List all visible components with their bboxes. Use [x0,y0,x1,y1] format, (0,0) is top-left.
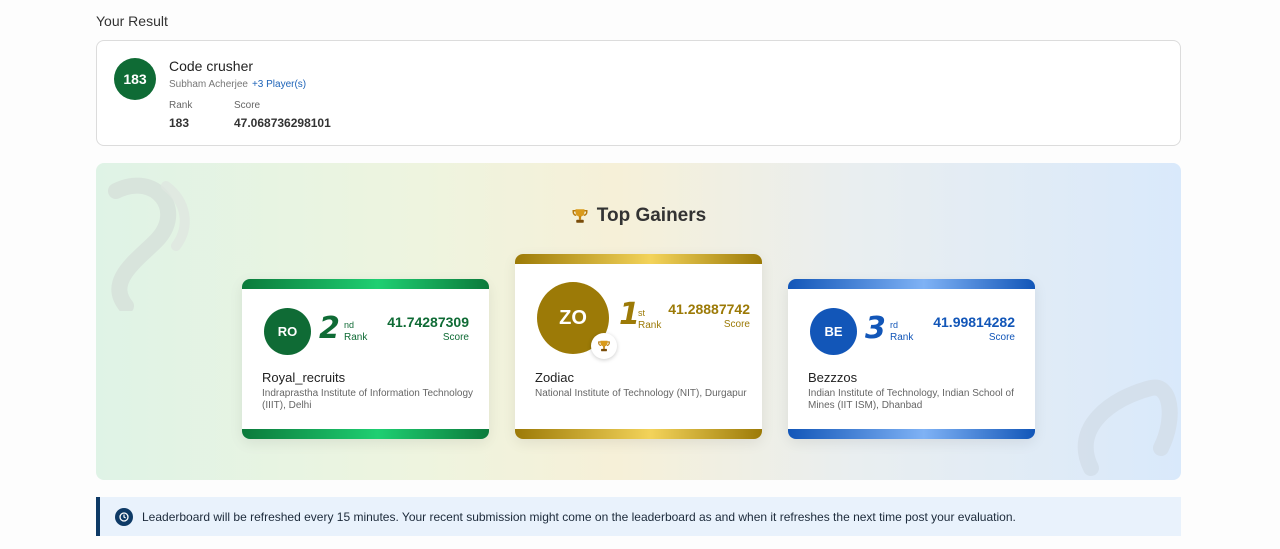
gainer-team-name: Royal_recruits [262,370,346,385]
gainer-team-name: Zodiac [535,370,575,385]
card-bottom-bar [788,429,1035,439]
trophy-icon [572,209,588,223]
rank-value: 183 [169,116,190,130]
rank-suffix: nd [344,320,355,330]
gainer-institute: Indian Institute of Technology, Indian S… [808,388,1014,411]
rank-suffix: st [638,308,646,318]
rank-word: Rank [638,320,662,331]
rank-suffix: rd [890,320,899,330]
more-players-link[interactable]: +3 Player(s) [252,79,306,90]
trophy-icon [598,340,610,352]
gainer-team-name: Bezzzos [808,370,858,385]
rank-number: 2 [319,311,340,346]
gainer-score: 41.99814282 [933,314,1015,330]
rank-number: 1 [619,297,640,332]
player-name: Subham Acherjee [169,79,248,90]
gainer-card-3rd[interactable]: BE 3 rd Rank 41.99814282 Score Bezzzos I… [788,279,1035,439]
card-top-bar [788,279,1035,289]
rank-number: 3 [865,311,886,346]
team-players: Subham Acherjee +3 Player(s) [169,79,306,90]
team-name: Code crusher [169,58,254,74]
top-gainers-title-text: Top Gainers [596,205,707,226]
result-card: 183 Code crusher Subham Acherjee +3 Playe… [96,40,1181,146]
card-bottom-bar [515,429,762,439]
top-gainers-panel: Top Gainers RO 2 nd Rank 41.74287309 Sco… [96,163,1181,480]
your-result-heading: Your Result [96,13,168,29]
gainer-institute: National Institute of Technology (NIT), … [535,388,747,399]
team-avatar: BE [810,308,857,355]
gainer-card-2nd[interactable]: RO 2 nd Rank 41.74287309 Score Royal_rec… [242,279,489,439]
gainer-card-1st[interactable]: ZO 1 st Rank 41.28887742 Score Zodiac Na… [515,254,762,439]
team-rank-badge: 183 [114,58,156,100]
top-gainers-title: Top Gainers [96,205,1181,227]
rank-word: Rank [890,332,914,343]
gainer-score: 41.74287309 [387,314,469,330]
info-icon [115,508,133,526]
team-avatar: RO [264,308,311,355]
gainer-score-label: Score [442,332,469,343]
rank-word: Rank [344,332,368,343]
refresh-notice: Leaderboard will be refreshed every 15 m… [96,497,1181,536]
notice-text: Leaderboard will be refreshed every 15 m… [142,510,1016,524]
rank-label: Rank [169,100,193,111]
gainer-institute: Indraprastha Institute of Information Te… [262,388,474,411]
gainer-score-label: Score [988,332,1015,343]
score-label: Score [234,100,261,111]
leaderboard-page: Your Result 183 Code crusher Subham Ache… [0,0,1280,549]
card-bottom-bar [242,429,489,439]
card-top-bar [515,254,762,264]
winner-trophy-badge [591,333,617,359]
card-top-bar [242,279,489,289]
clock-glyph [119,512,129,522]
score-value: 47.068736298101 [234,116,331,130]
decorative-swirl-left [108,177,190,311]
gainer-score-label: Score [723,319,750,330]
decorative-swirl-right [1077,379,1178,476]
gainer-score: 41.28887742 [668,301,750,317]
